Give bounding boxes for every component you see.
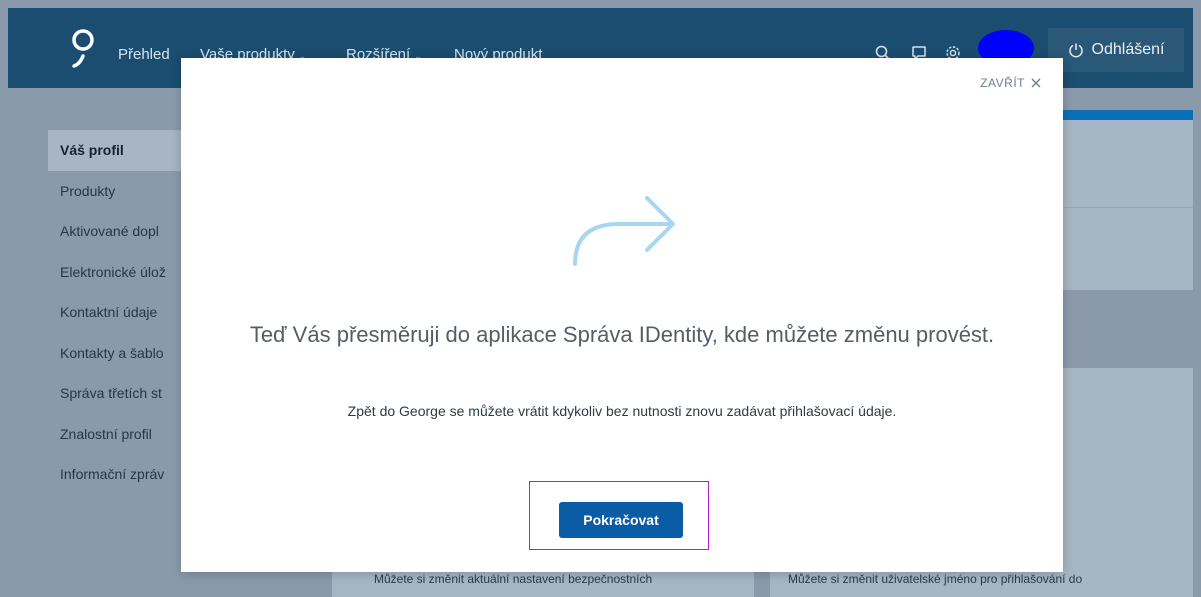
sidebar-item-kontakty-a-sablony[interactable]: Kontakty a šablo (48, 333, 188, 374)
nav-item-prehled[interactable]: Přehled (118, 46, 170, 63)
logout-label: Odhlášení (1091, 41, 1165, 58)
redirect-arrow-icon (573, 196, 675, 266)
profile-sidebar: Váš profil Produkty Aktivované dopl Elek… (48, 130, 188, 495)
security-settings-description: Můžete si změnit aktuální nastavení bezp… (374, 572, 653, 586)
logout-button[interactable]: Odhlášení (1048, 28, 1184, 72)
username-description: Můžete si změnit uživatelské jméno pro p… (788, 572, 1083, 586)
sidebar-item-znalostni-profil[interactable]: Znalostní profil (48, 414, 188, 455)
background-card (1063, 120, 1193, 290)
close-icon (1031, 78, 1041, 88)
sidebar-item-sprava-tretich-stran[interactable]: Správa třetích st (48, 373, 188, 414)
george-logo-icon[interactable] (68, 26, 98, 70)
sidebar-item-informacni-zpravy[interactable]: Informační zpráv (48, 454, 188, 495)
continue-button[interactable]: Pokračovat (559, 502, 683, 538)
background-card (1063, 368, 1193, 597)
sidebar-item-aktivovane-doplnky[interactable]: Aktivované dopl (48, 211, 188, 252)
power-icon (1068, 43, 1083, 58)
modal-subtext: Zpět do George se můžete vrátit kdykoliv… (347, 403, 897, 419)
close-button[interactable]: ZAVŘÍT (980, 76, 1041, 90)
modal-headline: Teď Vás přesměruji do aplikace Správa ID… (249, 322, 995, 347)
close-label: ZAVŘÍT (980, 76, 1025, 90)
sidebar-item-elektronicke-uloziste[interactable]: Elektronické úlož (48, 252, 188, 293)
header-accent-strip (1060, 110, 1193, 120)
sidebar-item-vas-profil[interactable]: Váš profil (48, 130, 188, 171)
nav-item-label: Přehled (118, 46, 170, 63)
divider (1063, 207, 1193, 208)
sidebar-item-kontaktni-udaje[interactable]: Kontaktní údaje (48, 292, 188, 333)
sidebar-item-produkty[interactable]: Produkty (48, 171, 188, 212)
redirect-modal: ZAVŘÍT Teď Vás přesměruji do aplikace Sp… (181, 58, 1063, 572)
